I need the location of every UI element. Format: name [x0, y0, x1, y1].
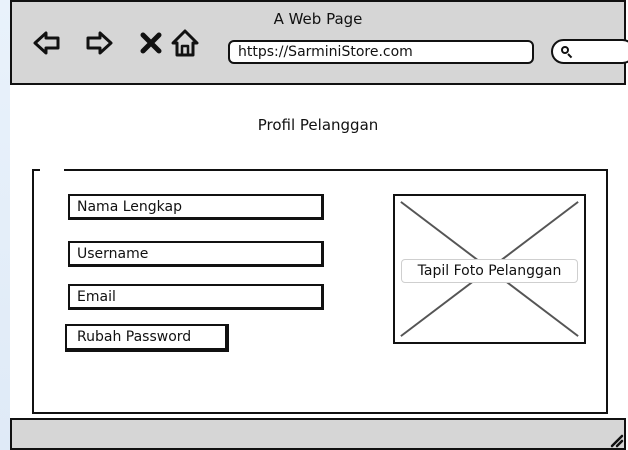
full-name-field[interactable]: Nama Lengkap [68, 194, 324, 220]
panel-corner-gap [40, 168, 64, 173]
forward-icon [86, 31, 113, 55]
resize-grip-icon [610, 434, 624, 448]
browser-toolbar: A Web Page https://SarminiStore.com [10, 0, 628, 85]
forward-button[interactable] [82, 26, 116, 60]
back-icon [33, 31, 60, 55]
search-box[interactable] [551, 39, 628, 64]
change-password-button[interactable]: Rubah Password [65, 324, 229, 352]
page-title: Profil Pelanggan [257, 116, 379, 134]
home-button[interactable] [168, 26, 202, 60]
email-field[interactable]: Email [68, 284, 324, 310]
home-icon [171, 29, 199, 57]
address-bar[interactable]: https://SarminiStore.com [228, 40, 534, 64]
customer-photo-label: Tapil Foto Pelanggan [401, 259, 578, 283]
resize-grip[interactable] [606, 430, 624, 448]
search-icon [561, 45, 573, 58]
mockup-page: A Web Page https://SarminiStore.com Prof… [0, 0, 628, 450]
stop-button[interactable] [134, 26, 168, 60]
back-button[interactable] [30, 26, 64, 60]
status-bar [10, 418, 626, 450]
page-content: Profil Pelanggan Nama Lengkap Username E… [10, 85, 626, 418]
close-icon [140, 32, 162, 54]
customer-photo-placeholder[interactable]: Tapil Foto Pelanggan [393, 194, 586, 344]
username-field[interactable]: Username [68, 241, 324, 267]
profile-panel: Nama Lengkap Username Email Rubah Passwo… [32, 168, 608, 414]
